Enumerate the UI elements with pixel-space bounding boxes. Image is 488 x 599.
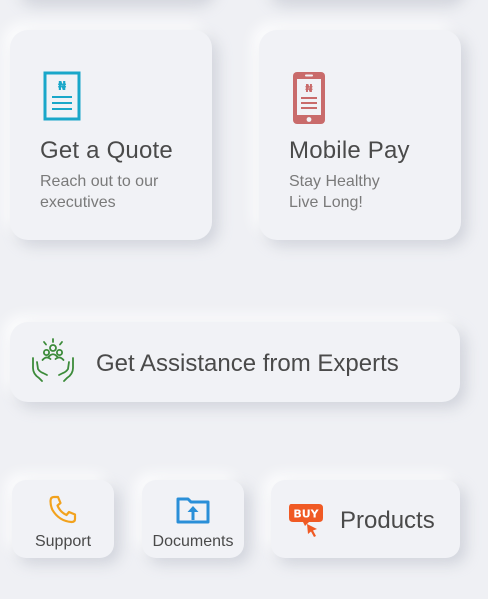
naira-symbol: ₦ — [58, 79, 67, 93]
get-a-quote-title: Get a Quote — [40, 137, 173, 164]
buy-badge-text: BUY — [293, 508, 319, 521]
buy-tag-icon: BUY — [287, 502, 327, 538]
get-a-quote-subtitle: Reach out to our executives — [40, 171, 200, 213]
naira-symbol: ₦ — [305, 82, 313, 95]
support-label: Support — [34, 533, 92, 550]
naira-document-icon: ₦ — [40, 70, 84, 126]
documents-button[interactable]: Documents — [142, 480, 244, 558]
phone-icon — [46, 494, 80, 526]
folder-upload-icon — [176, 494, 210, 526]
mobile-pay-subtitle-line1: Stay Healthy — [289, 173, 380, 190]
get-a-quote-tile[interactable]: ₦ Get a Quote Reach out to our executive… — [10, 30, 212, 240]
expert-hands-icon — [30, 338, 76, 384]
get-a-quote-subtitle-line1: Reach out to our — [40, 173, 159, 190]
get-assistance-button[interactable]: Get Assistance from Experts — [10, 322, 460, 402]
mobile-pay-subtitle: Stay Healthy Live Long! — [289, 171, 449, 213]
get-a-quote-subtitle-line2: executives — [40, 194, 116, 211]
get-assistance-label: Get Assistance from Experts — [96, 350, 399, 377]
documents-label: Documents — [152, 533, 234, 550]
mobile-pay-subtitle-line2: Live Long! — [289, 194, 363, 211]
screen: ₦ Get a Quote Reach out to our executive… — [0, 0, 488, 599]
mobile-pay-title: Mobile Pay — [289, 137, 410, 164]
mobile-pay-tile[interactable]: ₦ Mobile Pay Stay Healthy Live Long! — [259, 30, 461, 240]
naira-phone-icon: ₦ — [289, 70, 333, 126]
products-button[interactable]: BUY Products — [271, 480, 460, 558]
support-button[interactable]: Support — [12, 480, 114, 558]
products-label: Products — [340, 507, 435, 534]
